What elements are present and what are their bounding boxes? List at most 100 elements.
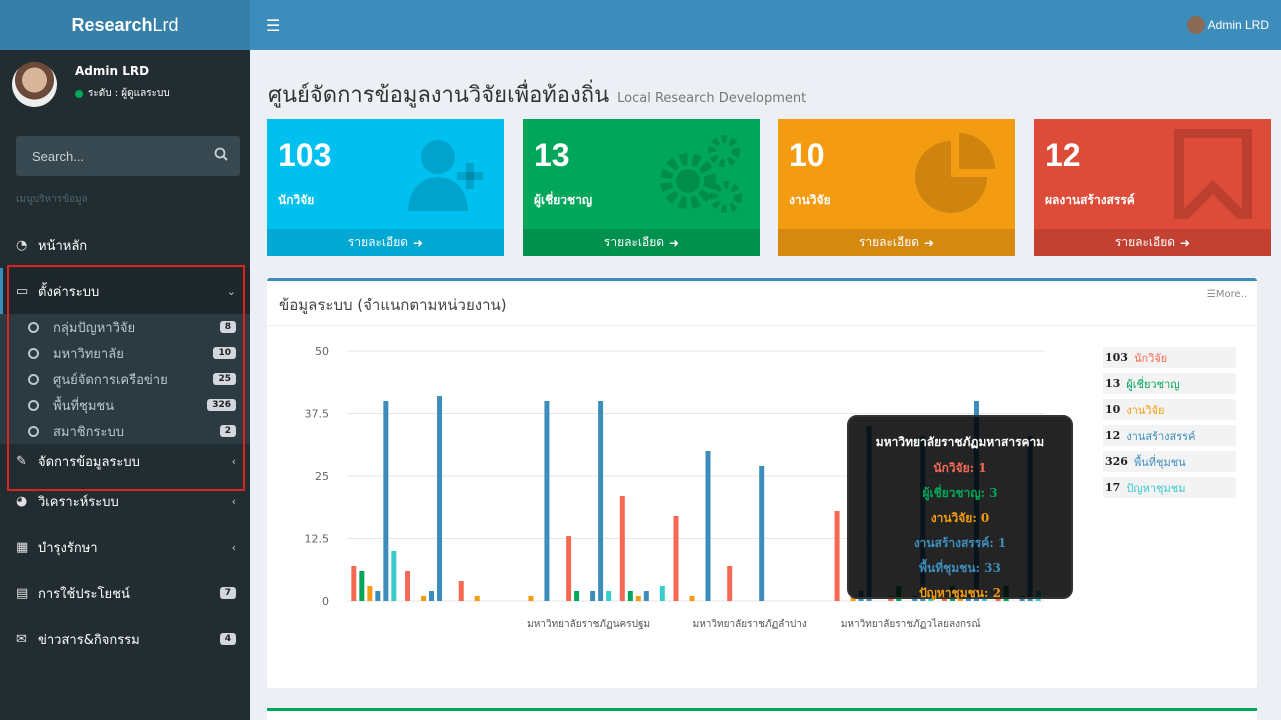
page-title: ศูนย์จัดการข้อมูลงานวิจัยเพื่อท้องถิ่น Lo… <box>268 77 806 112</box>
brand-logo[interactable]: Research Lrd <box>0 0 250 50</box>
bar[interactable] <box>635 596 641 601</box>
chevron-left-icon: ‹ <box>231 540 236 554</box>
card-footer-label: รายละเอียด <box>858 235 920 249</box>
sidebar-item-analyze[interactable]: ◕ วิเคราะห์ระบบ ‹ <box>0 478 250 524</box>
bar[interactable] <box>421 596 427 601</box>
legend-item: 12 งานสร้างสรรค์ <box>1103 425 1236 446</box>
page-title-text: ศูนย์จัดการข้อมูลงานวิจัยเพื่อท้องถิ่น <box>268 83 610 108</box>
bar[interactable] <box>437 396 443 601</box>
avatar <box>12 62 57 107</box>
secondary-box <box>267 708 1257 720</box>
more-link[interactable]: ☰More.. <box>1207 289 1247 300</box>
sidebar-item-news[interactable]: ✉ ข่าวสาร&กิจกรรม 4 <box>0 616 250 662</box>
bar[interactable] <box>544 401 550 601</box>
submenu-item-research-groups[interactable]: กลุ่มปัญหาวิจัย 8 <box>0 314 250 340</box>
chart-box-title: ข้อมูลระบบ (จำแนกตามหน่วยงาน) <box>279 296 507 314</box>
circle-icon <box>28 373 39 385</box>
submenu-item-label: พื้นที่ชุมชน <box>53 398 115 414</box>
bar[interactable] <box>705 451 711 601</box>
bar[interactable] <box>590 591 596 601</box>
card-footer-label: รายละเอียด <box>1114 235 1176 249</box>
count-badge: 2 <box>219 425 236 437</box>
sidebar-item-label: บำรุงรักษา <box>38 540 98 556</box>
sidebar-item-settings[interactable]: ▭ ตั้งค่าระบบ ⌄ <box>0 268 250 314</box>
page-subtitle: Local Research Development <box>617 91 807 106</box>
bookmark-icon <box>1174 129 1252 219</box>
user-avatar-icon <box>1186 16 1205 34</box>
legend-value: 17 <box>1105 481 1121 494</box>
arrow-circle-right-icon: ➜ <box>669 235 680 250</box>
sidebar-item-label: จัดการข้อมูลระบบ <box>38 454 140 470</box>
bar[interactable] <box>673 516 679 601</box>
sidebar-item-manage[interactable]: ✎ จัดการข้อมูลระบบ ‹ <box>0 444 250 478</box>
settings-submenu: กลุ่มปัญหาวิจัย 8 มหาวิทยาลัย 10 ศูนย์จั… <box>0 314 250 444</box>
bar[interactable] <box>367 586 373 601</box>
legend-value: 103 <box>1105 351 1128 364</box>
bar[interactable] <box>351 566 357 601</box>
submenu-item-community-areas[interactable]: พื้นที่ชุมชน 326 <box>0 392 250 418</box>
card-details-link[interactable]: รายละเอียด ➜ <box>523 229 760 256</box>
stat-card-researchers: 103 นักวิจัย รายละเอียด ➜ <box>267 119 504 256</box>
search-icon[interactable] <box>214 147 228 165</box>
laptop-icon: ▭ <box>16 283 29 299</box>
search-input[interactable] <box>32 148 192 164</box>
legend-item: 10 งานวิจัย <box>1103 399 1236 420</box>
sidebar-item-utility[interactable]: ▤ การใช้ประโยชน์ 7 <box>0 570 250 616</box>
y-tick-label: 25 <box>315 470 329 483</box>
user-menu[interactable]: Admin LRD <box>1186 16 1269 34</box>
bar[interactable] <box>375 591 381 601</box>
card-value: 12 <box>1045 137 1081 173</box>
circle-icon <box>28 425 39 437</box>
legend-value: 13 <box>1105 377 1121 390</box>
bar[interactable] <box>458 581 464 601</box>
bar[interactable] <box>429 591 435 601</box>
card-value: 10 <box>789 137 825 173</box>
bar[interactable] <box>359 571 365 601</box>
chart-tooltip: มหาวิทยาลัยราชภัฏมหาสารคาม นักวิจัย: 1 ผ… <box>847 415 1073 600</box>
bar[interactable] <box>391 551 397 601</box>
bar[interactable] <box>474 596 480 601</box>
user-status-label: ระดับ : ผู้ดูแลระบบ <box>88 88 170 99</box>
bar[interactable] <box>574 591 580 601</box>
bar[interactable] <box>606 591 612 601</box>
sidebar-item-maintain[interactable]: ▦ บำรุงรักษา ‹ <box>0 524 250 570</box>
hamburger-icon[interactable]: ☰ <box>266 16 280 35</box>
sidebar-item-home[interactable]: ◔ หน้าหลัก <box>0 222 250 268</box>
submenu-item-universities[interactable]: มหาวิทยาลัย 10 <box>0 340 250 366</box>
bar[interactable] <box>383 401 389 601</box>
card-details-link[interactable]: รายละเอียด ➜ <box>1034 229 1271 256</box>
user-name: Admin LRD <box>75 64 150 78</box>
menu-header: เมนูบริหารข้อมูล <box>16 194 88 205</box>
submenu-item-members[interactable]: สมาชิกระบบ 2 <box>0 418 250 444</box>
chevron-down-icon: ⌄ <box>226 284 236 298</box>
submenu-item-network-centers[interactable]: ศูนย์จัดการเครือข่าย 25 <box>0 366 250 392</box>
bar[interactable] <box>528 596 534 601</box>
card-label: ผู้เชี่ยวชาญ <box>534 193 593 207</box>
card-details-link[interactable]: รายละเอียด ➜ <box>267 229 504 256</box>
arrow-circle-right-icon: ➜ <box>1180 235 1191 250</box>
bar[interactable] <box>643 591 649 601</box>
bar[interactable] <box>598 401 604 601</box>
bar[interactable] <box>727 566 733 601</box>
edit-icon: ✎ <box>16 453 27 469</box>
table-icon: ▦ <box>16 539 29 555</box>
card-details-link[interactable]: รายละเอียด ➜ <box>778 229 1015 256</box>
bar[interactable] <box>689 596 695 601</box>
bar[interactable] <box>759 466 765 601</box>
card-label: นักวิจัย <box>278 193 315 207</box>
submenu-item-label: สมาชิกระบบ <box>53 424 124 440</box>
user-panel: Admin LRD ระดับ : ผู้ดูแลระบบ <box>0 50 250 126</box>
bar[interactable] <box>627 591 633 601</box>
top-navbar: ☰ Admin LRD <box>250 0 1281 50</box>
legend-item: 326 พื้นที่ชุมชน <box>1103 451 1236 472</box>
bar[interactable] <box>405 571 411 601</box>
bar[interactable] <box>659 586 665 601</box>
submenu-item-label: กลุ่มปัญหาวิจัย <box>53 320 136 336</box>
legend-label: ปัญหาชุมชม <box>1126 481 1186 495</box>
bar[interactable] <box>566 536 572 601</box>
brand-light: Lrd <box>152 14 179 35</box>
bar[interactable] <box>834 511 840 601</box>
bar[interactable] <box>619 496 625 601</box>
count-badge: 10 <box>213 347 236 359</box>
sidebar-item-label: วิเคราะห์ระบบ <box>38 494 119 510</box>
